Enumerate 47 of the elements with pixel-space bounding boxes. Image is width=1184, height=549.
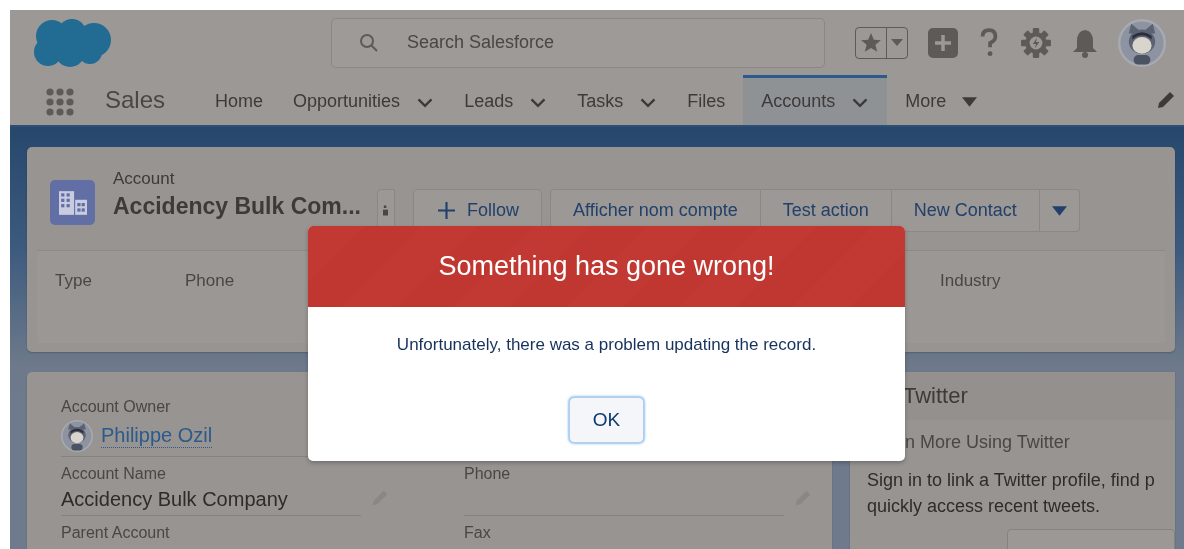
star-icon (860, 31, 882, 54)
nav-tab[interactable]: Tasks (565, 75, 670, 125)
plus-icon (437, 202, 455, 219)
pencil-icon[interactable] (1156, 90, 1176, 110)
modal-title: Something has gone wrong! (438, 251, 775, 282)
nav-tab[interactable]: Accounts (743, 75, 888, 125)
app-launcher-icon[interactable] (45, 87, 75, 117)
caret-icon (962, 96, 978, 107)
favorites-button[interactable] (855, 26, 908, 59)
card-subtitle: n More Using Twitter (905, 432, 1071, 453)
nav-tab[interactable]: More (893, 75, 990, 125)
field-label: Phone (464, 465, 512, 483)
nav-tab[interactable]: Opportunities (281, 75, 447, 125)
app-name: Sales (105, 86, 166, 114)
field-label: Phone (185, 271, 236, 292)
help-button[interactable] (978, 26, 1000, 59)
search-field[interactable]: Search Salesforce (331, 17, 825, 68)
record-type: Account (113, 169, 176, 189)
caret-icon (1051, 205, 1067, 216)
description-line: quickly access recent tweets. (867, 495, 1102, 518)
record-title: Accidency Bulk Com... (113, 193, 361, 220)
notifications-button[interactable] (1072, 27, 1098, 58)
action-button[interactable]: New Contact (891, 189, 1040, 232)
ok-button[interactable]: OK (569, 397, 644, 443)
nav-tab[interactable]: Home (203, 75, 276, 125)
caret-icon (891, 38, 903, 47)
description-line: Sign in to link a Twitter profile, find p (867, 469, 1156, 492)
nav-tab[interactable]: Leads (452, 75, 560, 125)
avatar-icon (61, 420, 93, 452)
search-icon (359, 32, 379, 53)
field-label: Industry (940, 271, 1002, 292)
account-icon (50, 180, 95, 225)
more-actions-button[interactable] (1039, 189, 1080, 232)
field-label: Fax (464, 524, 492, 542)
field-label: Account Name (61, 465, 167, 483)
settings-button[interactable] (1020, 26, 1052, 59)
field-label: Parent Account (61, 524, 171, 542)
nav-tab[interactable]: Files (675, 75, 738, 125)
field-label: Account Owner (61, 398, 172, 416)
card-title: Twitter (903, 383, 968, 409)
field-label: Type (55, 271, 93, 292)
add-button[interactable] (928, 27, 958, 58)
field-value: Accidency Bulk Company (61, 487, 289, 511)
avatar-button[interactable] (1118, 18, 1166, 67)
figure-icon (383, 205, 389, 216)
error-message: Unfortunately, there was a problem updating the record. (396, 335, 817, 355)
owner-link[interactable]: Philippe Ozil (101, 424, 213, 448)
